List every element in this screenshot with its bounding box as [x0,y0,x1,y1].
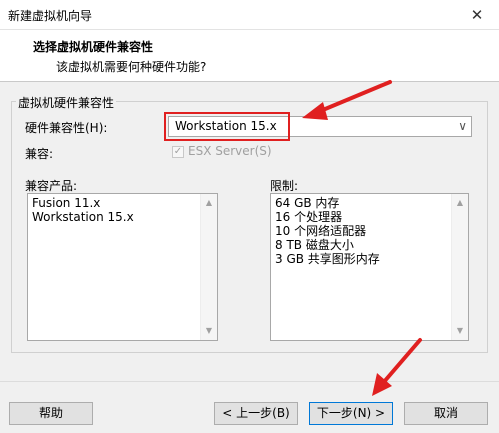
arrow-to-dropdown [302,80,392,120]
annotation-arrows [302,80,422,396]
arrow-to-next [372,338,422,396]
